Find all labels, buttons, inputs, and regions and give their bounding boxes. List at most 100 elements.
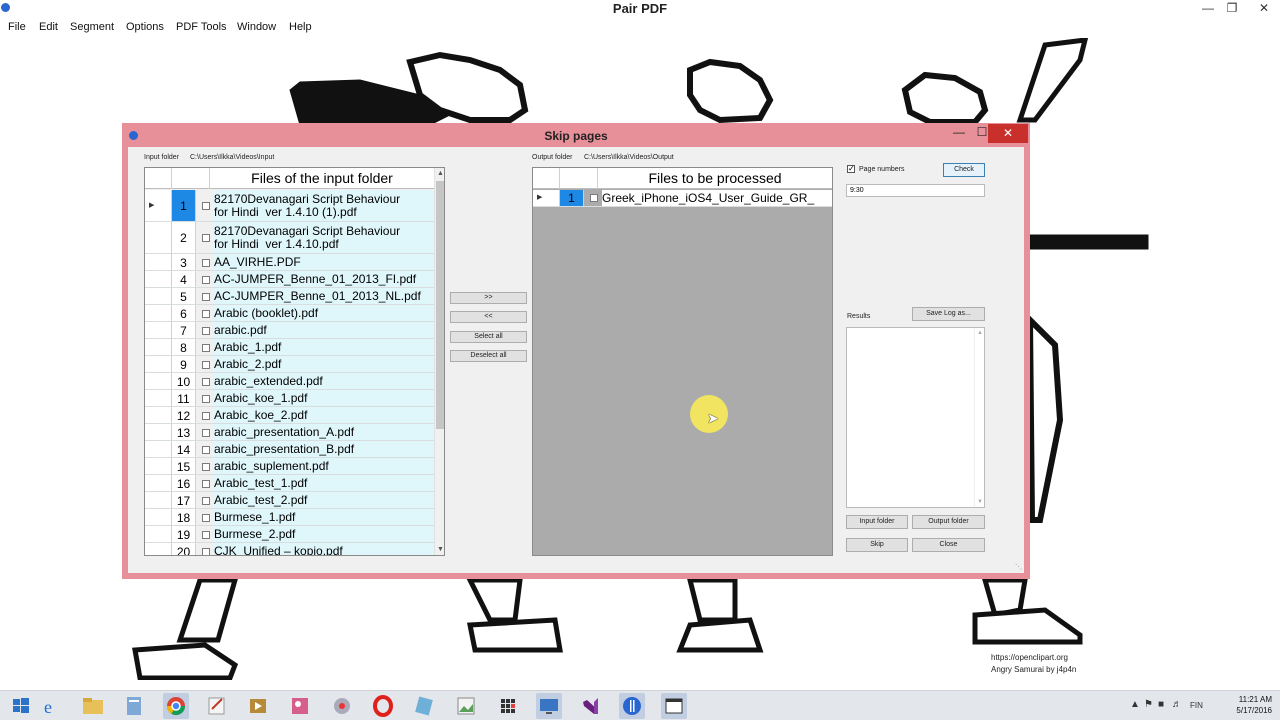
- notepad-icon[interactable]: [121, 693, 147, 719]
- input-file-row[interactable]: 13 arabic_presentation_A.pdf: [145, 424, 434, 441]
- input-file-row[interactable]: 11 Arabic_koe_1.pdf: [145, 390, 434, 407]
- row-checkbox[interactable]: [202, 496, 210, 505]
- file-name-cell[interactable]: arabic_presentation_B.pdf: [214, 441, 434, 457]
- file-name-cell[interactable]: CJK_Unified – kopio.pdf: [214, 543, 434, 555]
- file-name-cell[interactable]: Arabic_koe_2.pdf: [214, 407, 434, 423]
- row-selector[interactable]: [145, 322, 172, 338]
- row-checkbox[interactable]: [202, 234, 210, 242]
- file-explorer-icon[interactable]: [80, 693, 106, 719]
- row-selector[interactable]: [145, 475, 172, 491]
- language-indicator[interactable]: FIN: [1190, 701, 1203, 710]
- resize-grip-icon[interactable]: ⋱: [1015, 563, 1022, 571]
- file-name-cell[interactable]: AC-JUMPER_Benne_01_2013_FI.pdf: [214, 271, 434, 287]
- internet-explorer-icon[interactable]: e: [38, 693, 64, 719]
- file-name-cell[interactable]: arabic_suplement.pdf: [214, 458, 434, 474]
- row-selector[interactable]: [145, 441, 172, 457]
- results-scroll-down-icon[interactable]: ▼: [975, 499, 985, 505]
- skip-button[interactable]: Skip: [846, 538, 908, 552]
- media-player-icon[interactable]: [245, 693, 271, 719]
- input-file-row[interactable]: 6 Arabic (booklet).pdf: [145, 305, 434, 322]
- row-selector[interactable]: [145, 373, 172, 389]
- scroll-up-icon[interactable]: ▲: [435, 170, 444, 177]
- file-name-cell[interactable]: Arabic_test_2.pdf: [214, 492, 434, 508]
- tray-overflow-icon[interactable]: ▲: [1130, 699, 1140, 710]
- row-checkbox[interactable]: [202, 275, 210, 284]
- paint-icon[interactable]: [287, 693, 313, 719]
- file-name-cell[interactable]: Arabic (booklet).pdf: [214, 305, 434, 321]
- menu-segment[interactable]: Segment: [70, 21, 114, 33]
- file-name-cell[interactable]: 82170Devanagari Script Behaviour for Hin…: [214, 190, 434, 221]
- menu-options[interactable]: Options: [126, 21, 164, 33]
- input-file-row[interactable]: 10 arabic_extended.pdf: [145, 373, 434, 390]
- row-checkbox[interactable]: [202, 292, 210, 301]
- move-left-button[interactable]: <<: [450, 311, 527, 323]
- file-name-cell[interactable]: 82170Devanagari Script Behaviour for Hin…: [214, 222, 434, 253]
- row-selector[interactable]: ▶: [145, 190, 172, 221]
- input-file-row[interactable]: 2 82170Devanagari Script Behaviour for Hi…: [145, 222, 434, 254]
- file-name-cell[interactable]: arabic.pdf: [214, 322, 434, 338]
- input-file-row[interactable]: 3 AA_VIRHE.PDF: [145, 254, 434, 271]
- row-selector[interactable]: [145, 492, 172, 508]
- dialog-titlebar[interactable]: Skip pages — ☐ ✕: [122, 123, 1030, 147]
- remote-desktop-icon[interactable]: [536, 693, 562, 719]
- window-app-icon[interactable]: [661, 693, 687, 719]
- output-files-grid[interactable]: Files to be processed ▶ 1 Greek_iPhone_iOS…: [532, 167, 833, 556]
- row-checkbox[interactable]: [202, 428, 210, 437]
- input-file-row[interactable]: 17 Arabic_test_2.pdf: [145, 492, 434, 509]
- save-log-button[interactable]: Save Log as...: [912, 307, 985, 321]
- row-selector[interactable]: [145, 543, 172, 555]
- close-icon[interactable]: ✕: [1252, 0, 1276, 18]
- output-file-row[interactable]: ▶ 1 Greek_iPhone_iOS4_User_Guide_GR_: [533, 190, 832, 207]
- file-name-cell[interactable]: Arabic_koe_1.pdf: [214, 390, 434, 406]
- photo-viewer-icon[interactable]: [453, 693, 479, 719]
- page-numbers-input[interactable]: 9:30: [846, 184, 985, 197]
- recorder-icon[interactable]: [329, 693, 355, 719]
- row-selector[interactable]: [145, 222, 172, 253]
- input-folder-button[interactable]: Input folder: [846, 515, 908, 529]
- row-checkbox[interactable]: [202, 530, 210, 539]
- menu-pdf-tools[interactable]: PDF Tools: [176, 21, 227, 33]
- menu-edit[interactable]: Edit: [39, 21, 58, 33]
- volume-icon[interactable]: ♬: [1172, 699, 1182, 710]
- row-checkbox[interactable]: [202, 462, 210, 471]
- input-file-row[interactable]: 9 Arabic_2.pdf: [145, 356, 434, 373]
- row-checkbox[interactable]: [202, 547, 210, 555]
- visual-studio-icon[interactable]: [578, 693, 604, 719]
- row-checkbox[interactable]: [202, 479, 210, 488]
- output-folder-button[interactable]: Output folder: [912, 515, 985, 529]
- clock[interactable]: 11:21 AM 5/17/2016: [1236, 694, 1272, 716]
- notes-icon[interactable]: [411, 693, 437, 719]
- minimize-icon[interactable]: —: [1196, 0, 1220, 18]
- row-checkbox[interactable]: [202, 513, 210, 522]
- maximize-icon[interactable]: ❐: [1220, 0, 1244, 18]
- move-right-button[interactable]: >>: [450, 292, 527, 304]
- input-file-row[interactable]: 15 arabic_suplement.pdf: [145, 458, 434, 475]
- row-selector[interactable]: [145, 339, 172, 355]
- file-name-cell[interactable]: AC-JUMPER_Benne_01_2013_NL.pdf: [214, 288, 434, 304]
- input-file-row[interactable]: 18 Burmese_1.pdf: [145, 509, 434, 526]
- page-numbers-checkbox[interactable]: ✓: [847, 165, 855, 173]
- chrome-icon[interactable]: [163, 693, 189, 719]
- row-checkbox[interactable]: [202, 377, 210, 386]
- opera-icon[interactable]: [370, 693, 396, 719]
- scroll-thumb[interactable]: [436, 181, 444, 429]
- dialog-close-icon[interactable]: ✕: [988, 124, 1028, 143]
- row-selector[interactable]: [145, 356, 172, 372]
- file-name-cell[interactable]: Burmese_2.pdf: [214, 526, 434, 542]
- row-checkbox[interactable]: [202, 309, 210, 318]
- file-name-cell[interactable]: Arabic_test_1.pdf: [214, 475, 434, 491]
- row-selector[interactable]: [145, 509, 172, 525]
- input-files-grid[interactable]: Files of the input folder ▶ 1 82170Devanag…: [144, 167, 445, 556]
- row-selector[interactable]: [145, 526, 172, 542]
- network-icon[interactable]: ■: [1158, 699, 1164, 710]
- row-checkbox[interactable]: [590, 194, 598, 202]
- file-name-cell[interactable]: Burmese_1.pdf: [214, 509, 434, 525]
- results-scrollbar[interactable]: ▲ ▼: [974, 328, 984, 507]
- input-file-row[interactable]: 19 Burmese_2.pdf: [145, 526, 434, 543]
- input-file-row[interactable]: 7 arabic.pdf: [145, 322, 434, 339]
- file-name-cell[interactable]: AA_VIRHE.PDF: [214, 254, 434, 270]
- menu-file[interactable]: File: [8, 21, 26, 33]
- row-checkbox[interactable]: [202, 258, 210, 267]
- input-file-row[interactable]: 12 Arabic_koe_2.pdf: [145, 407, 434, 424]
- input-file-row[interactable]: 20 CJK_Unified – kopio.pdf: [145, 543, 434, 555]
